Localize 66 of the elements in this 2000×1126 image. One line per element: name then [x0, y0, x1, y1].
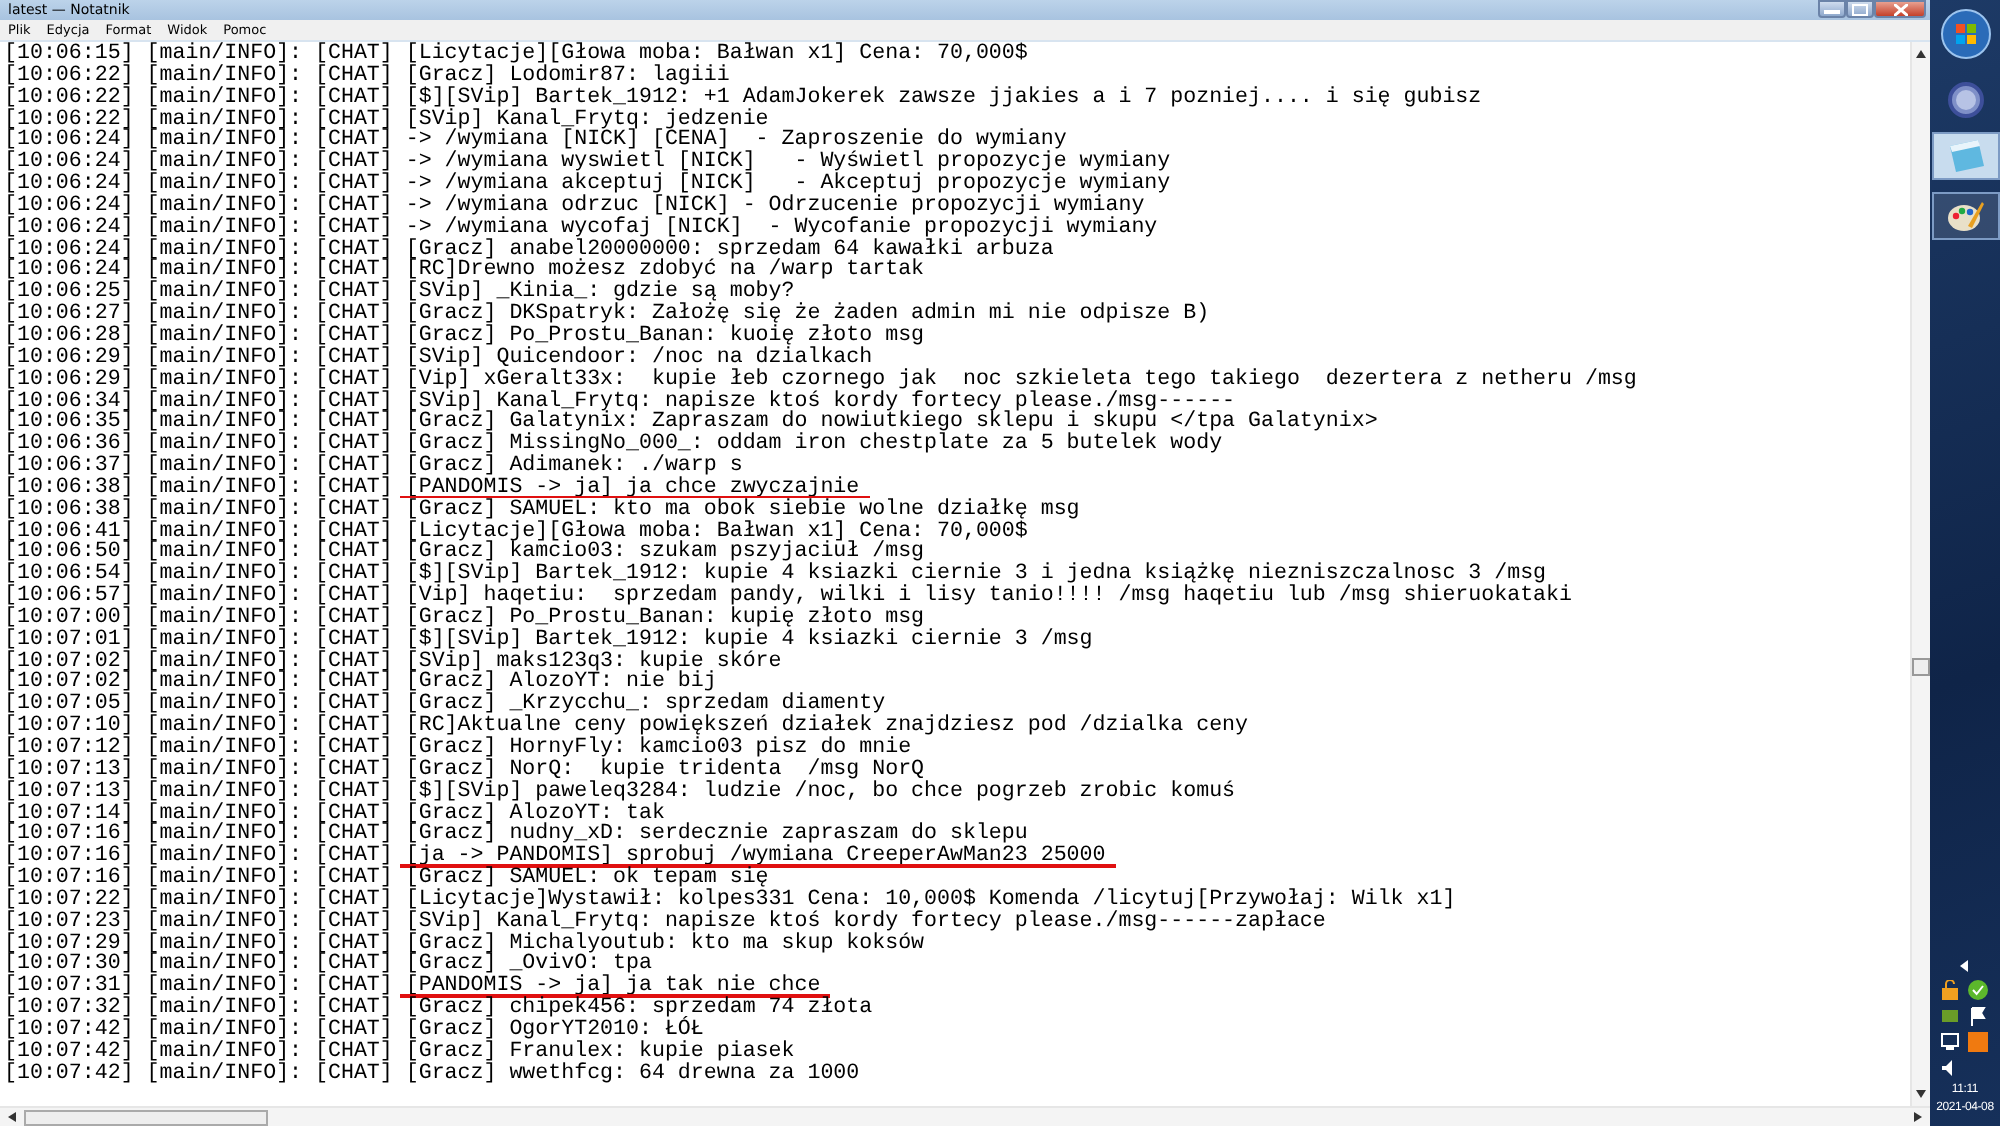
log-line: [10:06:22] [main/INFO]: [CHAT] [$][SVip] Bartek_1912: +1 AdamJokerek zawsze jjakies a i 7 pozniej.... i się gubisz — [4, 85, 1482, 110]
log-line: [10:06:27] [main/INFO]: [CHAT] [Gracz] DKSpatryk: Założę się że żaden admin mi nie odpisze B) — [4, 302, 1210, 327]
log-line: [10:06:28] [main/INFO]: [CHAT] [Gracz] Po_Prostu_Banan: kuoię złoto msg — [4, 323, 925, 348]
log-line: [10:07:29] [main/INFO]: [CHAT] [Gracz] Michalyoutub: kto ma skup koksów — [4, 931, 925, 956]
log-line: [10:07:13] [main/INFO]: [CHAT] [Gracz] NorQ: kupie tridenta /msg NorQ — [4, 757, 925, 782]
log-line: [10:07:31] [main/INFO]: [CHAT] [PANDOMIS -> ja] ja tak nie chce — [4, 974, 821, 999]
chip-icon[interactable] — [1940, 1006, 1961, 1026]
taskbar-button[interactable] — [1931, 192, 1999, 240]
close-button[interactable] — [1874, 0, 1926, 18]
scroll-left-icon[interactable] — [8, 1112, 16, 1122]
log-line: [10:07:02] [main/INFO]: [CHAT] [Gracz] AlozoYT: nie bij — [4, 670, 717, 695]
log-line: [10:06:15] [main/INFO]: [CHAT] [Licytacje][Głowa moba: Bałwan x1] Cena: 70,000$ — [4, 42, 1028, 66]
close-icon — [1893, 3, 1907, 15]
log-line: [10:07:23] [main/INFO]: [CHAT] [SVip] Kanal_Frytq: napisze ktoś kordy fortecy please./msg------zapłace — [4, 909, 1326, 934]
minimize-button[interactable] — [1818, 0, 1846, 18]
maximize-icon — [1852, 3, 1868, 15]
log-line: [10:06:24] [main/INFO]: [CHAT] -> /wymiana wyswietl [NICK] - Wyświetl propozycje wymiany — [4, 150, 1171, 175]
log-line: [10:06:34] [main/INFO]: [CHAT] [SVip] Kanal_Frytq: napisze ktoś kordy fortecy please./msg------ — [4, 389, 1236, 413]
log-line: [10:07:01] [main/INFO]: [CHAT] [$][SVip] Bartek_1912: kupie 4 ksiazki ciernie 3 /msg — [4, 627, 1093, 652]
scroll-right-icon[interactable] — [1914, 1112, 1922, 1122]
power-icon[interactable] — [1945, 80, 1985, 120]
log-line: [10:06:54] [main/INFO]: [CHAT] [$][SVip] Bartek_1912: kupie 4 ksiazki ciernie 3 i jedna książkę niezniszczalnosc 3 /msg — [4, 562, 1547, 587]
horizontal-scrollbar[interactable] — [0, 1106, 1930, 1126]
log-line: [10:06:22] [main/INFO]: [CHAT] [Gracz] Lodomir87: lagiii — [4, 63, 730, 88]
log-line: [10:06:29] [main/INFO]: [CHAT] [Vip] xGeralt33x: kupie łeb czornego jak noc szkieleta tego takiego dezertera z netheru /msg — [4, 367, 1637, 392]
log-line: [10:07:05] [main/INFO]: [CHAT] [Gracz] _Krzycchu_: sprzedam diamenty — [4, 692, 886, 717]
log-line: [10:06:38] [main/INFO]: [CHAT] [PANDOMIS -> ja] ja chce zwyczajnie — [4, 475, 860, 500]
log-line: [10:06:24] [main/INFO]: [CHAT] -> /wymiana wycofaj [NICK] - Wycofanie propozycji wymiany — [4, 215, 1158, 240]
log-line: [10:06:57] [main/INFO]: [CHAT] [Vip] haqetiu: sprzedam pandy, wilki i lisy tanio!!!! /msg haqetiu lub /msg shieruokataki — [4, 584, 1572, 609]
show-hidden-icon[interactable] — [1956, 958, 1973, 974]
scroll-thumb[interactable] — [24, 1109, 268, 1125]
network-icon[interactable] — [1940, 1032, 1961, 1052]
log-line: [10:07:10] [main/INFO]: [CHAT] [RC]Aktualne ceny powiększeń działek znajdziesz pod /dzialka ceny — [4, 714, 1249, 739]
maximize-button[interactable] — [1846, 0, 1874, 18]
log-line: [10:07:30] [main/INFO]: [CHAT] [Gracz] _OvivO: tpa — [4, 952, 652, 977]
vertical-scrollbar[interactable] — [1910, 42, 1930, 1106]
scroll-thumb[interactable] — [1912, 658, 1930, 676]
log-line: [10:06:29] [main/INFO]: [CHAT] [SVip] Quicendoor: /noc na dzialkach — [4, 345, 873, 370]
log-line: [10:06:24] [main/INFO]: [CHAT] -> /wymiana [NICK] [CENA] - Zaproszenie do wymiany — [4, 128, 1067, 153]
log-line: [10:06:35] [main/INFO]: [CHAT] [Gracz] Galatynix: Zapraszam do nowiutkiego sklepu i skupu </tpa Galatynix> — [4, 410, 1378, 435]
minimize-icon — [1824, 5, 1840, 13]
lock-icon[interactable] — [1940, 980, 1961, 1000]
log-line: [10:07:16] [main/INFO]: [CHAT] [ja -> PANDOMIS] sprobuj /wymiana CreeperAwMan23 25000 — [4, 844, 1106, 869]
palette-icon — [1943, 198, 1987, 234]
log-line: [10:07:42] [main/INFO]: [CHAT] [Gracz] wwethfcg: 64 drewna za 1000 — [4, 1061, 860, 1086]
log-line: [10:06:24] [main/INFO]: [CHAT] -> /wymiana akceptuj [NICK] - Akceptuj propozycje wymiany — [4, 172, 1171, 197]
scroll-down-icon[interactable] — [1916, 1090, 1926, 1098]
log-line: [10:06:37] [main/INFO]: [CHAT] [Gracz] Adimanek: ./warp s — [4, 454, 743, 479]
log-line: [10:07:22] [main/INFO]: [CHAT] [Licytacje]Wystawił: kolpes331 Cena: 10,000$ Komenda /licytuj[Przywołaj: Wilk x1] — [4, 887, 1456, 912]
log-line: [10:06:38] [main/INFO]: [CHAT] [Gracz] SAMUEL: kto ma obok siebie wolne działkę msg — [4, 497, 1080, 522]
log-line: [10:06:50] [main/INFO]: [CHAT] [Gracz] kamcio03: szukam pszyjaciuł /msg — [4, 540, 925, 565]
log-line: [10:07:42] [main/INFO]: [CHAT] [Gracz] Franulex: kupie piasek — [4, 1039, 795, 1064]
log-line: [10:07:12] [main/INFO]: [CHAT] [Gracz] HornyFly: kamcio03 pisz do mnie — [4, 736, 912, 760]
log-line: [10:07:00] [main/INFO]: [CHAT] [Gracz] Po_Prostu_Banan: kupię złoto msg — [4, 605, 925, 630]
log-line: [10:07:16] [main/INFO]: [CHAT] [Gracz] nudny_xD: serdecznie zapraszam do sklepu — [4, 822, 1028, 847]
log-line: [10:06:24] [main/INFO]: [CHAT] [RC]Drewno możesz zdobyć na /warp tartak — [4, 258, 925, 283]
shield-check-icon[interactable] — [1968, 980, 1989, 1000]
scroll-up-icon[interactable] — [1916, 50, 1926, 58]
flag-icon[interactable] — [1968, 1006, 1989, 1026]
start-button-icon[interactable] — [1939, 8, 1991, 60]
log-line: [10:06:25] [main/INFO]: [CHAT] [SVip] _Kinia_: gdzie są moby? — [4, 280, 795, 305]
log-line: [10:07:16] [main/INFO]: [CHAT] [Gracz] SAMUEL: ok tepam się — [4, 866, 769, 891]
log-line: [10:07:42] [main/INFO]: [CHAT] [Gracz] OgorYT2010: ŁÓŁ — [4, 1017, 704, 1042]
log-line: [10:06:24] [main/INFO]: [CHAT] -> /wymiana odrzuc [NICK] - Odrzucenie propozycji wymiany — [4, 193, 1145, 218]
log-line: [10:06:36] [main/INFO]: [CHAT] [Gracz] MissingNo_000_: oddam iron chestplate za 5 butelek wody — [4, 432, 1223, 457]
log-line: [10:07:13] [main/INFO]: [CHAT] [$][SVip] paweleq3284: ludzie /noc, bo chce pogrzeb zrobic komuś — [4, 779, 1236, 804]
